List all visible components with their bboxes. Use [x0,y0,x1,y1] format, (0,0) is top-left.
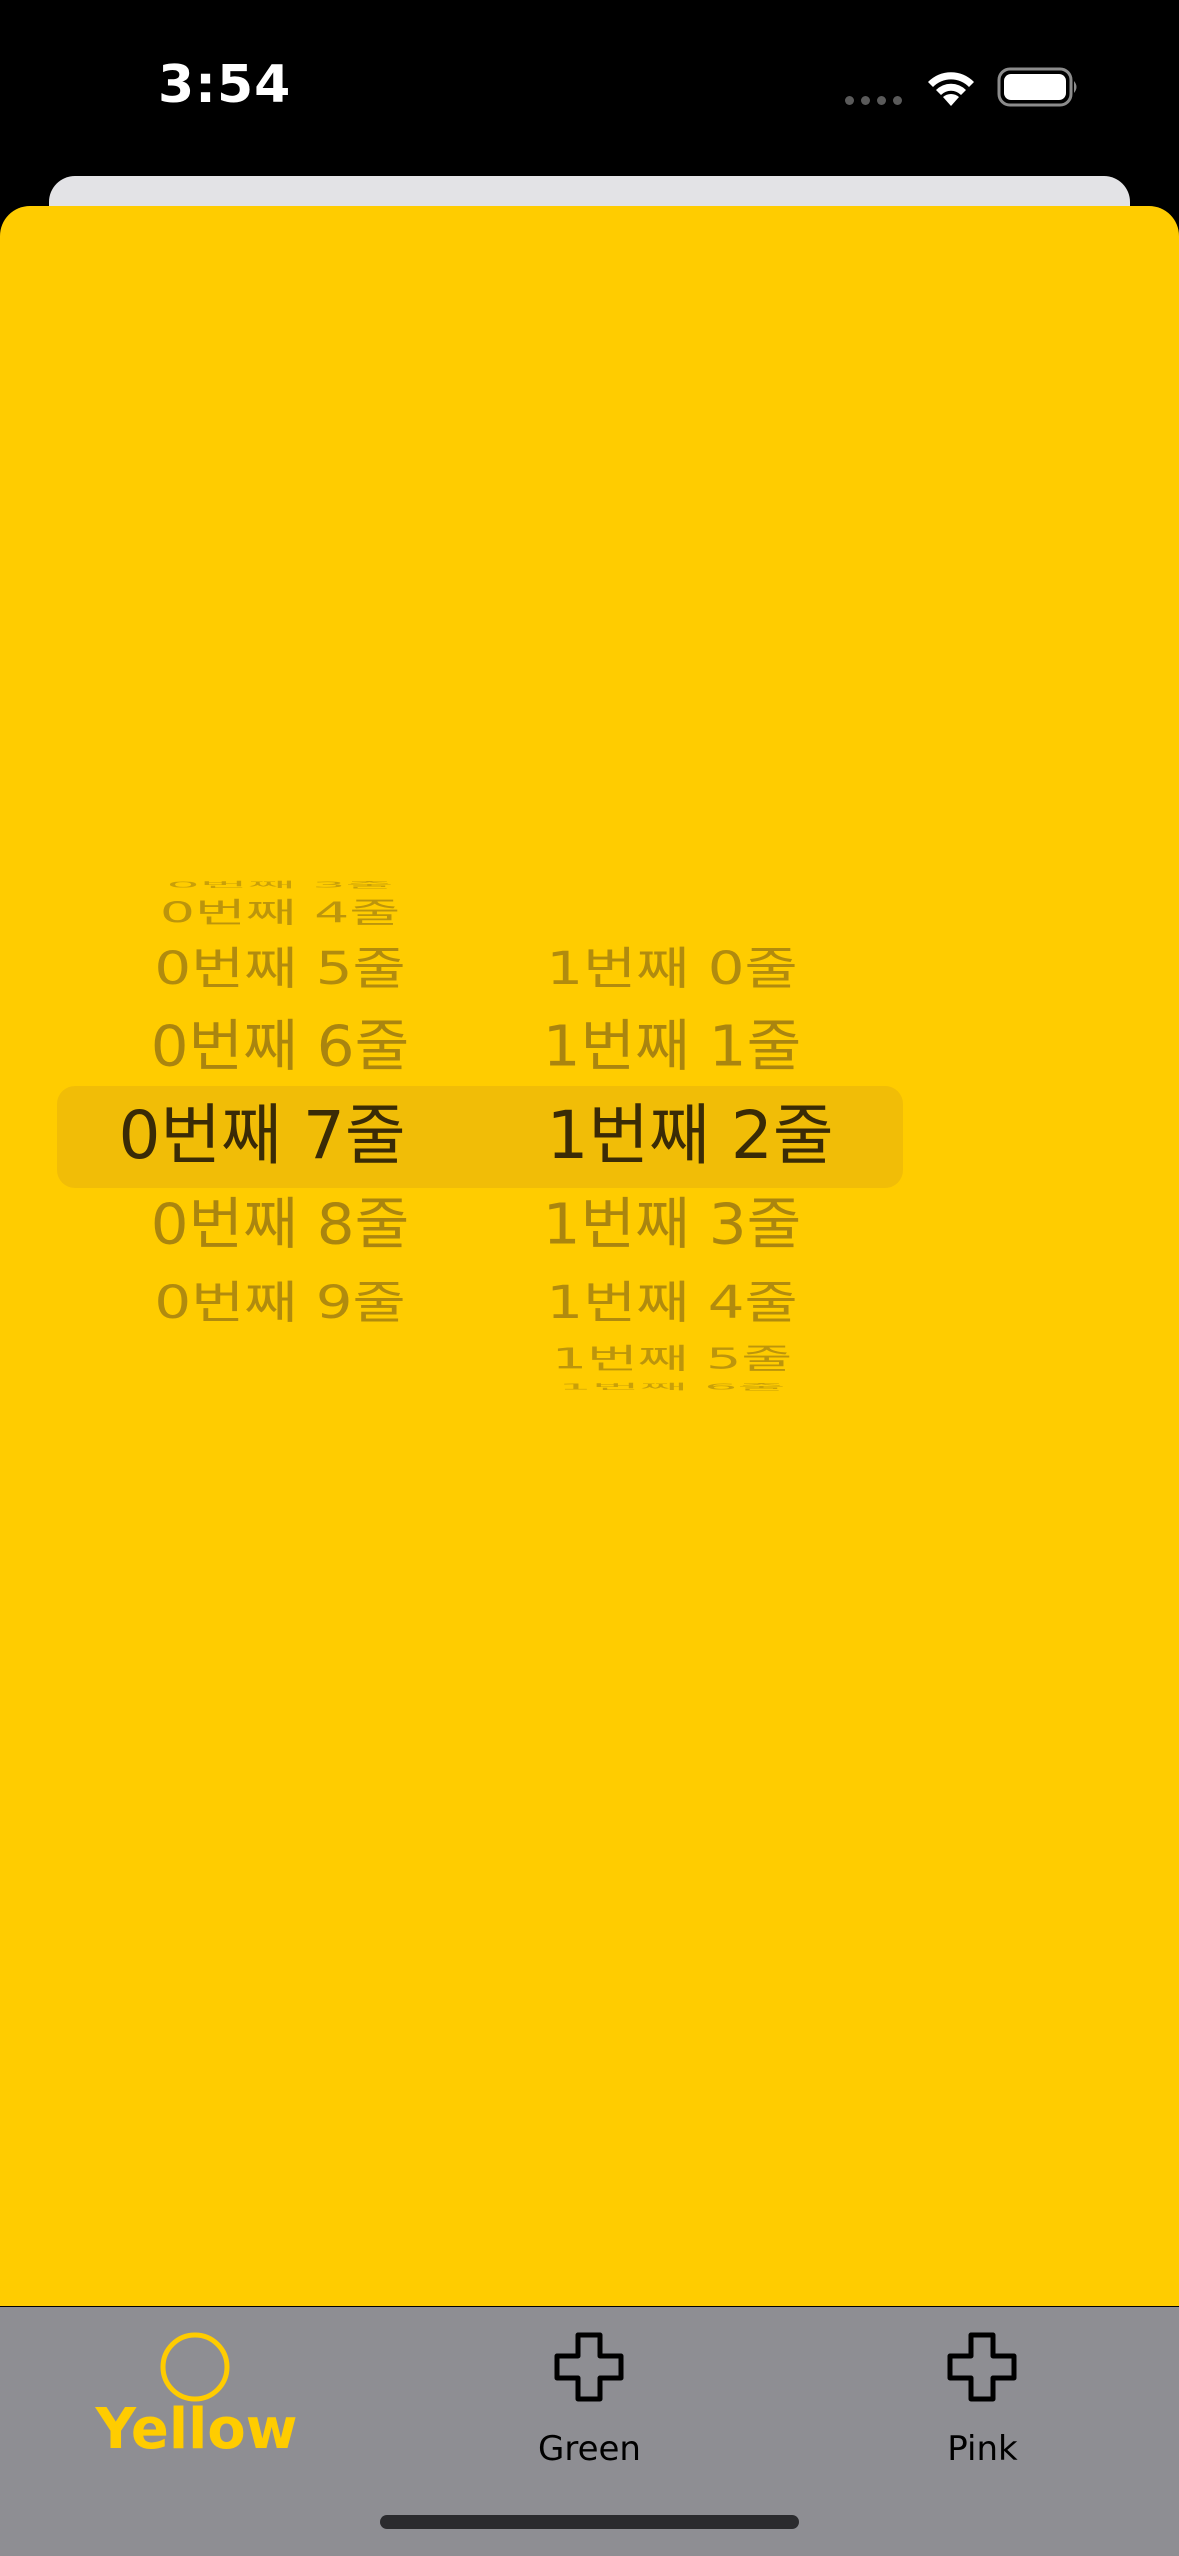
wifi-icon [928,72,974,106]
tab-pink-label: Pink [947,2429,1018,2469]
plus-icon [554,2332,624,2402]
picker-row[interactable]: 1번째 3줄 [514,1188,831,1263]
status-bar: 3:54 [0,0,1179,175]
picker-row[interactable]: 0번째 6줄 [122,1009,439,1084]
cellular-signal-icon [845,96,905,106]
picker-row[interactable]: 0번째 7줄 [102,1096,422,1176]
picker-row[interactable]: 0번째 3줄 [141,880,419,890]
picker-row[interactable]: 1번째 2줄 [530,1096,850,1176]
tab-green[interactable]: Green [393,2307,786,2507]
picker-row[interactable]: 1번째 6줄 [533,1382,811,1392]
circle-icon [160,2332,230,2402]
picker-row[interactable]: 1번째 4줄 [518,1273,826,1333]
tab-yellow[interactable]: Yellow [0,2307,393,2507]
main-card: 0번째 3줄 0번째 4줄 0번째 5줄 0번째 6줄 0번째 7줄 0번째 8줄 0번째 … [0,206,1179,2306]
status-time: 3:54 [158,55,292,115]
picker-row[interactable]: 1번째 5줄 [525,1341,820,1379]
battery-icon [997,67,1077,107]
picker-row[interactable]: 0번째 9줄 [126,1273,434,1333]
plus-icon [947,2332,1017,2402]
tab-pink[interactable]: Pink [786,2307,1179,2507]
tab-green-label: Green [538,2429,641,2469]
tab-yellow-label: Yellow [95,2397,298,2462]
picker-row[interactable]: 0번째 4줄 [133,894,428,932]
picker-row[interactable]: 0번째 5줄 [126,939,434,999]
picker-row[interactable]: 1번째 0줄 [518,939,826,999]
home-indicator [380,2515,799,2529]
picker-row[interactable]: 0번째 8줄 [122,1188,439,1263]
picker-row[interactable]: 1번째 1줄 [514,1009,831,1084]
